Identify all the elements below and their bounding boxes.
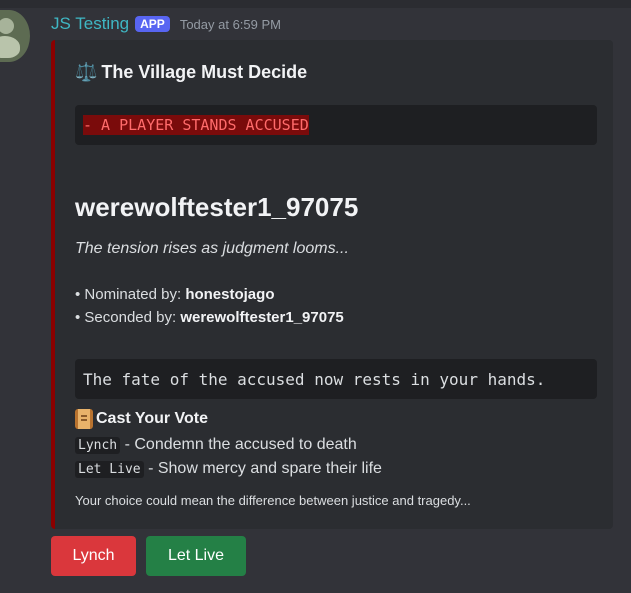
diff-code-block: - A PLAYER STANDS ACCUSED xyxy=(75,105,597,145)
avatar-head xyxy=(0,18,14,34)
option-let-live-description: - Show mercy and spare their life xyxy=(148,460,382,477)
tension-text: The tension rises as judgment looms... xyxy=(75,240,349,257)
fate-text: The fate of the accused now rests in you… xyxy=(83,369,546,389)
author-name[interactable]: JS Testing xyxy=(51,14,129,34)
option-lynch-line: Lynch - Condemn the accused to death xyxy=(75,436,357,454)
let-live-button[interactable]: Let Live xyxy=(146,536,246,576)
app-badge: APP xyxy=(135,16,170,32)
message-header: JS Testing APP Today at 6:59 PM xyxy=(51,12,281,36)
avatar[interactable] xyxy=(0,10,30,62)
option-lynch-description: - Condemn the accused to death xyxy=(124,436,357,453)
vote-title: Cast Your Vote xyxy=(75,409,208,429)
embed: ⚖️ The Village Must Decide - A PLAYER ST… xyxy=(51,40,613,529)
scroll-icon xyxy=(75,409,93,429)
embed-title-text: The Village Must Decide xyxy=(101,62,308,82)
lynch-button[interactable]: Lynch xyxy=(51,536,136,576)
option-let-live-code: Let Live xyxy=(75,461,144,478)
message-timestamp[interactable]: Today at 6:59 PM xyxy=(180,17,281,32)
seconded-label: Seconded by: xyxy=(84,309,181,326)
option-lynch-code: Lynch xyxy=(75,437,121,454)
avatar-body xyxy=(0,36,20,58)
accused-player-name: werewolftester1_97075 xyxy=(75,192,359,222)
chat-top-band xyxy=(0,0,631,8)
footer-note: Your choice could mean the difference be… xyxy=(75,493,471,508)
embed-title: ⚖️ The Village Must Decide xyxy=(75,62,307,83)
fate-code-block: The fate of the accused now rests in you… xyxy=(75,359,597,399)
nominated-label: Nominated by: xyxy=(84,286,186,303)
seconded-by-user: werewolftester1_97075 xyxy=(180,309,344,326)
vote-title-text: Cast Your Vote xyxy=(96,410,209,427)
option-let-live-line: Let Live - Show mercy and spare their li… xyxy=(75,460,382,478)
nominated-by-line: • Nominated by: honestojago xyxy=(75,286,275,303)
seconded-by-line: • Seconded by: werewolftester1_97075 xyxy=(75,309,344,326)
accused-diff-line: - A PLAYER STANDS ACCUSED xyxy=(83,115,309,135)
nominated-by-user: honestojago xyxy=(185,286,275,303)
balance-scale-icon: ⚖️ xyxy=(75,62,98,82)
